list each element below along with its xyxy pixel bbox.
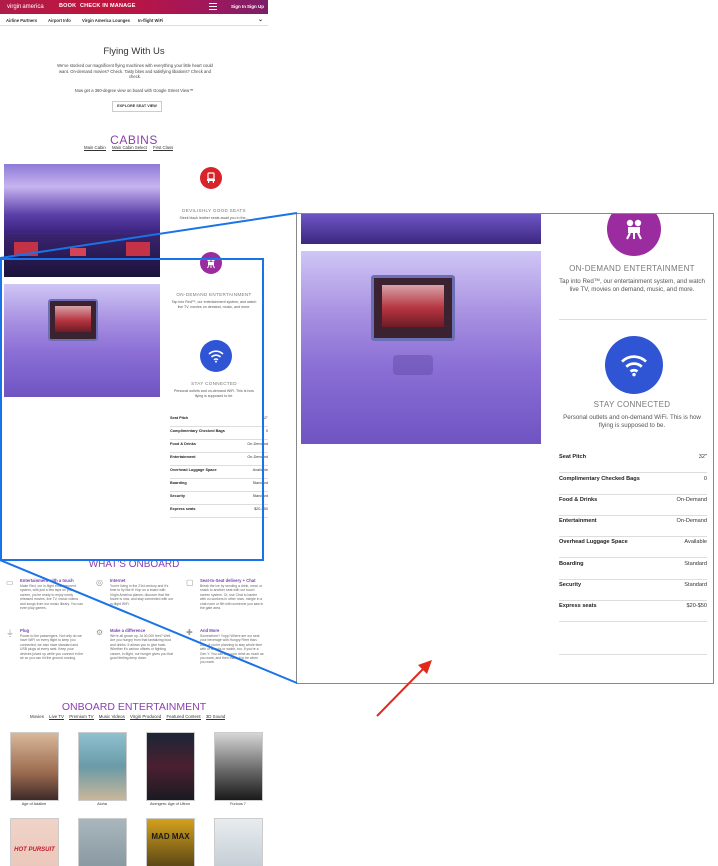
connector-line-top: [0, 212, 298, 259]
annotation-overlay: [0, 212, 432, 717]
red-arrow-line: [376, 667, 425, 717]
connector-line-bottom: [0, 559, 298, 684]
